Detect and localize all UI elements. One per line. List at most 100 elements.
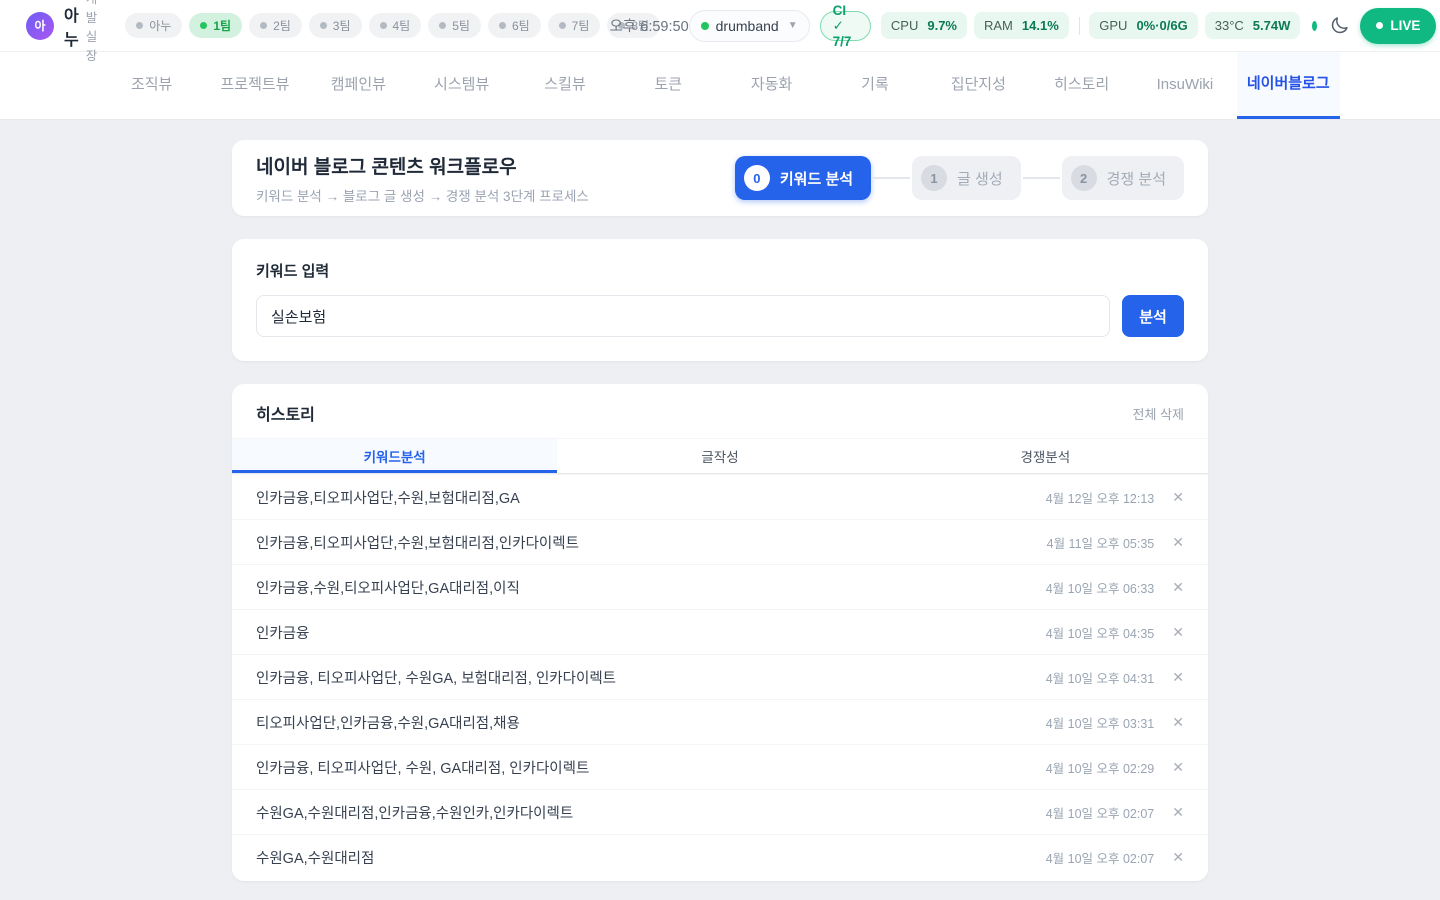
close-icon[interactable]: ✕ xyxy=(1170,578,1186,596)
close-icon[interactable]: ✕ xyxy=(1170,758,1186,776)
nav-tab[interactable]: 토큰 xyxy=(617,52,720,119)
stat-pill: RAM 14.1% xyxy=(974,12,1069,39)
close-icon[interactable]: ✕ xyxy=(1170,668,1186,686)
dark-mode-icon[interactable] xyxy=(1329,15,1350,37)
nav-tab-label: 자동화 xyxy=(751,75,792,95)
workflow-subtitle: 키워드 분석 → 블로그 글 생성 → 경쟁 분석 3단계 프로세스 xyxy=(256,185,589,205)
keyword-input[interactable] xyxy=(256,295,1110,337)
avatar[interactable]: 아 xyxy=(26,12,54,40)
team-pill[interactable]: 5팀 xyxy=(428,13,481,38)
history-tab[interactable]: 경쟁분석 xyxy=(883,439,1208,473)
nav-tab-label: 캠페인뷰 xyxy=(331,75,386,95)
team-status-dot xyxy=(136,22,143,29)
history-timestamp: 4월 10일 오후 04:35 xyxy=(1046,623,1155,642)
team-status-dot xyxy=(320,22,327,29)
workflow-heading: 네이버 블로그 콘텐츠 워크플로우 키워드 분석 → 블로그 글 생성 → 경쟁… xyxy=(256,152,589,205)
server-status-dot xyxy=(701,22,709,30)
close-icon[interactable]: ✕ xyxy=(1170,488,1186,506)
history-keywords: 인카금융, 티오피사업단, 수원GA, 보험대리점, 인카다이렉트 xyxy=(256,667,1034,688)
history-tab[interactable]: 키워드분석 xyxy=(232,439,557,473)
history-tab-label: 경쟁분석 xyxy=(1020,446,1070,466)
workflow-step: 0 키워드 분석 xyxy=(735,156,912,200)
nav-tab-label: 시스템뷰 xyxy=(434,75,489,95)
analyze-button[interactable]: 분석 xyxy=(1122,295,1184,337)
history-keywords: 인카금융,티오피사업단,수원,보험대리점,GA xyxy=(256,487,1034,508)
stat-value: 0%·0/6G xyxy=(1136,18,1187,33)
close-icon[interactable]: ✕ xyxy=(1170,533,1186,551)
step-number-badge: 0 xyxy=(744,165,770,191)
stat-label: 33°C xyxy=(1215,18,1244,33)
history-row[interactable]: 수원GA,수원대리점,인카금융,수원인카,인카다이렉트 4월 10일 오후 02… xyxy=(232,789,1208,834)
history-row[interactable]: 수원GA,수원대리점 4월 10일 오후 02:07 ✕ xyxy=(232,834,1208,879)
stat-value: 14.1% xyxy=(1022,18,1059,33)
team-pill-label: 2팀 xyxy=(273,17,291,34)
history-row[interactable]: 인카금융,티오피사업단,수원,보험대리점,인카다이렉트 4월 11일 오후 05… xyxy=(232,519,1208,564)
nav-tab[interactable]: 기록 xyxy=(823,52,926,119)
nav-tab[interactable]: 캠페인뷰 xyxy=(307,52,410,119)
team-pill[interactable]: 2팀 xyxy=(249,13,302,38)
history-keywords: 인카금융 xyxy=(256,622,1034,643)
step-number-badge: 2 xyxy=(1071,165,1097,191)
history-row[interactable]: 인카금융,수원,티오피사업단,GA대리점,이직 4월 10일 오후 06:33 … xyxy=(232,564,1208,609)
nav-tab-label: 토큰 xyxy=(655,75,683,95)
history-timestamp: 4월 10일 오후 02:07 xyxy=(1046,803,1155,822)
nav-tab[interactable]: 히스토리 xyxy=(1030,52,1133,119)
team-status-dot xyxy=(380,22,387,29)
nav-tab-label: 네이버블로그 xyxy=(1247,74,1330,94)
online-status-dot xyxy=(1312,21,1317,31)
close-icon[interactable]: ✕ xyxy=(1170,623,1186,641)
nav-tab[interactable]: 조직뷰 xyxy=(100,52,203,119)
nav-tab[interactable]: 시스템뷰 xyxy=(410,52,513,119)
team-pill[interactable]: 1팀 xyxy=(189,13,242,38)
workflow-card: 네이버 블로그 콘텐츠 워크플로우 키워드 분석 → 블로그 글 생성 → 경쟁… xyxy=(232,140,1208,216)
team-pill[interactable]: 아누 xyxy=(125,13,182,38)
main-content: 네이버 블로그 콘텐츠 워크플로우 키워드 분석 → 블로그 글 생성 → 경쟁… xyxy=(0,120,1440,900)
nav-tab[interactable]: 집단지성 xyxy=(927,52,1030,119)
server-select[interactable]: drumband ▼ xyxy=(689,10,810,42)
history-row[interactable]: 티오피사업단,인카금융,수원,GA대리점,채용 4월 10일 오후 03:31 … xyxy=(232,699,1208,744)
live-button[interactable]: LIVE xyxy=(1360,8,1436,44)
team-pill-label: 6팀 xyxy=(512,17,530,34)
team-pill[interactable]: 3팀 xyxy=(309,13,362,38)
server-name: drumband xyxy=(716,18,779,34)
step-connector xyxy=(873,177,910,179)
close-icon[interactable]: ✕ xyxy=(1170,713,1186,731)
clear-all-button[interactable]: 전체 삭제 xyxy=(1133,404,1184,423)
nav-tab[interactable]: 프로젝트뷰 xyxy=(203,52,306,119)
nav-tab[interactable]: 자동화 xyxy=(720,52,823,119)
close-icon[interactable]: ✕ xyxy=(1170,803,1186,821)
nav-tab[interactable]: 네이버블로그 xyxy=(1237,52,1340,119)
workflow-stepper: 0 키워드 분석 1 글 생성 xyxy=(735,156,1184,200)
history-timestamp: 4월 10일 오후 02:07 xyxy=(1046,848,1155,867)
history-row[interactable]: 인카금융, 티오피사업단, 수원GA, 보험대리점, 인카다이렉트 4월 10일… xyxy=(232,654,1208,699)
clock: 오후 6:59:50 xyxy=(610,15,689,36)
stat-value: 9.7% xyxy=(927,18,957,33)
workflow-step-button[interactable]: 0 키워드 분석 xyxy=(735,156,871,200)
history-row[interactable]: 인카금융,티오피사업단,수원,보험대리점,GA 4월 12일 오후 12:13 … xyxy=(232,474,1208,519)
history-tab-label: 키워드분석 xyxy=(364,446,426,466)
team-status-dot xyxy=(260,22,267,29)
team-pill[interactable]: 4팀 xyxy=(369,13,422,38)
nav-tab[interactable]: 스킬뷰 xyxy=(513,52,616,119)
nav-tab[interactable]: InsuWiki xyxy=(1133,52,1236,119)
keyword-card-title: 키워드 입력 xyxy=(256,260,1184,281)
workflow-step-button[interactable]: 1 글 생성 xyxy=(912,156,1021,200)
history-timestamp: 4월 12일 오후 12:13 xyxy=(1046,488,1155,507)
team-pill[interactable]: 7팀 xyxy=(548,13,601,38)
team-pill-list: 아누 1팀 2팀 3팀 4팀 5팀 xyxy=(125,13,595,38)
history-timestamp: 4월 10일 오후 03:31 xyxy=(1046,713,1155,732)
history-row[interactable]: 인카금융, 티오피사업단, 수원, GA대리점, 인카다이렉트 4월 10일 오… xyxy=(232,744,1208,789)
team-pill[interactable]: 6팀 xyxy=(488,13,541,38)
history-title: 히스토리 xyxy=(256,401,315,425)
team-pill-label: 5팀 xyxy=(452,17,470,34)
stats-group-a: CPU 9.7% RAM 14.1% xyxy=(881,12,1069,39)
history-row[interactable]: 인카금융 4월 10일 오후 04:35 ✕ xyxy=(232,609,1208,654)
live-label: LIVE xyxy=(1390,18,1420,33)
ci-status-badge[interactable]: CI ✓ 7/7 xyxy=(820,11,871,41)
workflow-step-button[interactable]: 2 경쟁 분석 xyxy=(1062,156,1184,200)
history-keywords: 인카금융, 티오피사업단, 수원, GA대리점, 인카다이렉트 xyxy=(256,757,1034,778)
history-keywords: 수원GA,수원대리점,인카금융,수원인카,인카다이렉트 xyxy=(256,802,1034,823)
stat-pill: CPU 9.7% xyxy=(881,12,967,39)
close-icon[interactable]: ✕ xyxy=(1170,848,1186,866)
history-tab[interactable]: 글작성 xyxy=(557,439,882,473)
